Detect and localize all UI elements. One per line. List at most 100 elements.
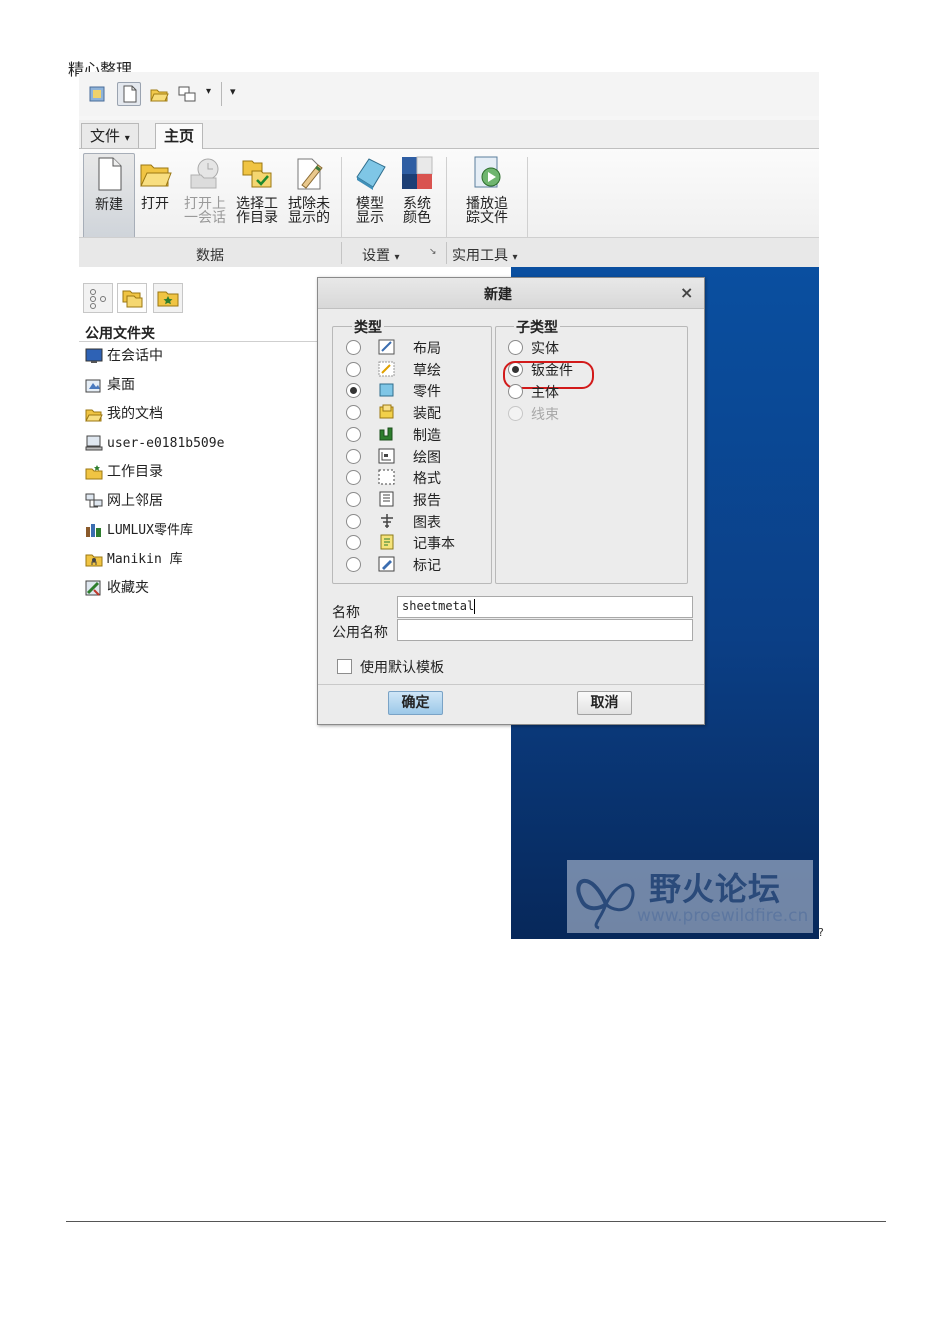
erase-not-displayed-button[interactable]: 拭除未 显示的	[284, 153, 334, 237]
default-template-checkbox[interactable]	[337, 659, 352, 674]
group-divider	[446, 157, 447, 247]
session-clock-icon	[188, 155, 222, 191]
type-radio[interactable]	[346, 514, 361, 529]
name-input[interactable]: sheetmetal	[397, 596, 693, 618]
model-display-button[interactable]: 模型 显示	[345, 153, 395, 237]
group-utilities-label: 实用工具	[452, 248, 508, 264]
folder-item-parts-library[interactable]: LUMLUX零件库	[85, 519, 193, 541]
type-radio[interactable]	[346, 492, 361, 507]
folder-item-my-documents[interactable]: 我的文档	[85, 403, 163, 425]
type-radio[interactable]	[346, 557, 361, 572]
chevron-down-icon[interactable]: ▾	[206, 86, 211, 97]
type-radio[interactable]	[346, 449, 361, 464]
folders-icon	[122, 290, 143, 308]
type-label[interactable]: 记事本	[413, 533, 455, 553]
folder-item-label: 网上邻居	[107, 493, 163, 509]
ok-button[interactable]: 确定	[388, 691, 443, 715]
type-label[interactable]: 零件	[413, 381, 441, 401]
footer-rule	[66, 1221, 886, 1222]
folder-item-favorites[interactable]: 收藏夹	[85, 577, 149, 599]
toolbar-divider	[221, 82, 222, 106]
select-working-dir-button[interactable]: 选择工 作目录	[232, 153, 282, 237]
layout-icon	[378, 339, 396, 355]
open-last-session-button[interactable]: 打开上 一会话	[180, 153, 230, 237]
subtype-body-radio[interactable]	[508, 384, 523, 399]
window-icon[interactable]	[85, 82, 109, 106]
favorites-tab[interactable]	[153, 283, 183, 313]
sketch-icon	[378, 361, 396, 377]
type-label[interactable]: 草绘	[413, 360, 441, 380]
type-label[interactable]: 标记	[413, 555, 441, 575]
folder-item-manikin-library[interactable]: Manikin 库	[85, 548, 183, 570]
folder-item-in-session[interactable]: 在会话中	[85, 345, 163, 367]
system-colors-button[interactable]: 系统 颜色	[392, 153, 442, 237]
folder-item-computer[interactable]: user-e0181b509e	[85, 432, 224, 454]
folder-item-label: 在会话中	[107, 348, 163, 364]
model-tree-tab[interactable]	[83, 283, 113, 313]
type-label[interactable]: 格式	[413, 468, 441, 488]
open-folder-icon	[138, 155, 172, 191]
type-label[interactable]: 绘图	[413, 447, 441, 467]
panel-title: 公用文件夹	[85, 326, 155, 342]
type-radio[interactable]	[346, 470, 361, 485]
markup-icon	[378, 556, 396, 572]
working-dir-icon	[240, 155, 274, 191]
default-template-label[interactable]: 使用默认模板	[360, 657, 444, 677]
type-legend: 类型	[352, 317, 384, 337]
model-display-icon	[353, 155, 387, 191]
select-working-dir-label: 选择工 作目录	[236, 196, 278, 226]
model-display-label: 模型 显示	[356, 196, 384, 226]
group-settings-label: 设置	[362, 248, 390, 264]
group-divider	[527, 157, 528, 247]
tab-home-label: 主页	[164, 127, 195, 145]
subtype-solid-label[interactable]: 实体	[531, 338, 559, 358]
type-radio[interactable]	[346, 535, 361, 550]
text-cursor	[474, 599, 475, 614]
dialog-title: 新建	[484, 287, 512, 303]
open-button[interactable]: 打开	[130, 153, 180, 237]
tab-home[interactable]: 主页	[155, 123, 204, 149]
cancel-button[interactable]: 取消	[577, 691, 632, 715]
group-data-label: 数据	[196, 248, 224, 264]
ribbon-tabs: 文件 ▾ 主页	[79, 120, 819, 149]
subtype-body-label[interactable]: 主体	[531, 382, 559, 402]
manikin-folder-icon	[85, 551, 103, 567]
new-file-icon[interactable]	[117, 82, 141, 106]
type-radio[interactable]	[346, 362, 361, 377]
type-radio[interactable]	[346, 383, 361, 398]
open-folder-icon[interactable]	[147, 82, 171, 106]
app-screenshot: ▾ ▾ 文件 ▾ 主页 新建 打开 打开上 一会话 选择工 作目录 拭除未 显示…	[79, 72, 819, 939]
group-utilities[interactable]: 实用工具 ▾	[452, 245, 517, 265]
type-radio[interactable]	[346, 340, 361, 355]
type-label[interactable]: 制造	[413, 425, 441, 445]
windows-icon[interactable]	[175, 82, 199, 106]
folder-item-working-dir[interactable]: 工作目录	[85, 461, 163, 483]
new-button[interactable]: 新建	[83, 153, 135, 239]
dialog-title-bar[interactable]: 新建 ×	[318, 278, 704, 309]
open-last-session-label: 打开上 一会话	[184, 196, 226, 226]
watermark-title: 野火论坛	[649, 870, 782, 908]
play-trail-icon	[470, 155, 504, 191]
dialog-launcher-icon[interactable]: ↘	[429, 247, 437, 257]
folder-browser-tab[interactable]	[117, 283, 147, 313]
type-label[interactable]: 布局	[413, 338, 441, 358]
quick-access-toolbar: ▾ ▾	[79, 72, 819, 116]
favorites-icon	[85, 580, 103, 596]
customize-menu-icon[interactable]: ▾	[230, 85, 236, 98]
chevron-down-icon: ▾	[124, 133, 130, 144]
type-radio[interactable]	[346, 405, 361, 420]
type-label[interactable]: 图表	[413, 512, 441, 532]
folder-item-label: 收藏夹	[107, 580, 149, 596]
group-settings[interactable]: 设置 ▾	[362, 245, 399, 265]
type-label[interactable]: 装配	[413, 403, 441, 423]
folder-item-desktop[interactable]: 桌面	[85, 374, 135, 396]
folder-item-network[interactable]: 网上邻居	[85, 490, 163, 512]
common-name-input[interactable]	[397, 619, 693, 641]
type-label[interactable]: 报告	[413, 490, 441, 510]
assembly-icon	[378, 404, 396, 420]
subtype-solid-radio[interactable]	[508, 340, 523, 355]
tab-file[interactable]: 文件 ▾	[81, 123, 139, 148]
play-trail-file-button[interactable]: 播放追 踪文件	[462, 153, 512, 237]
close-icon[interactable]: ×	[680, 283, 693, 302]
type-radio[interactable]	[346, 427, 361, 442]
